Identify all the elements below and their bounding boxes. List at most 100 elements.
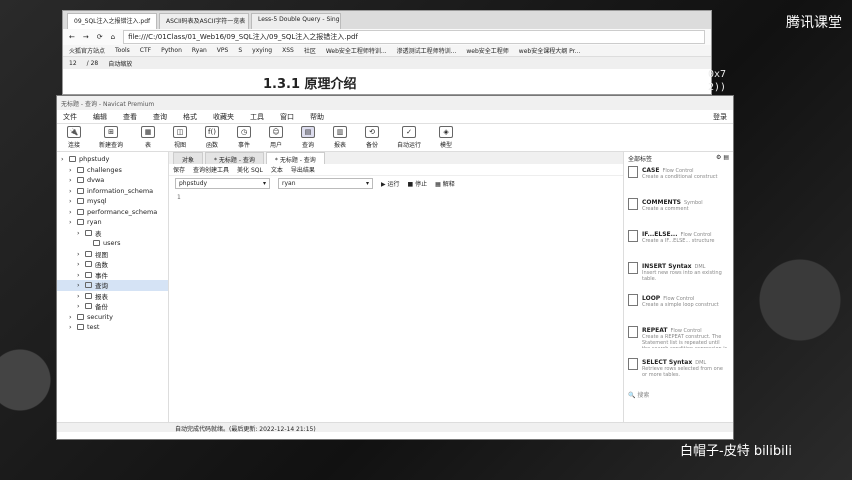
save-button[interactable]: 保存: [173, 165, 185, 174]
chevron-icon[interactable]: ›: [69, 166, 74, 174]
chevron-icon[interactable]: ›: [77, 250, 82, 258]
snippet-filter[interactable]: 全部标签: [628, 154, 652, 163]
browser-tab[interactable]: Less-5 Double Query - Single Qu: [251, 13, 341, 29]
snippet-item[interactable]: COMMENTS Symbol Create a comment: [628, 198, 729, 226]
chevron-icon[interactable]: ›: [69, 218, 74, 226]
tree-item[interactable]: › challenges: [57, 165, 168, 176]
sql-editor[interactable]: 1: [169, 190, 623, 422]
snippet-item[interactable]: CASE Flow Control Create a conditional con…: [628, 166, 729, 194]
snippet-item[interactable]: LOOP Flow Control Create a simple loop con…: [628, 294, 729, 322]
tab-query[interactable]: * 无标题 - 查询: [205, 152, 264, 164]
bookmark[interactable]: S: [238, 47, 242, 54]
panel-controls[interactable]: ⚙ ▤: [716, 154, 729, 163]
tab-query-active[interactable]: * 无标题 - 查询: [265, 152, 325, 164]
bookmark[interactable]: Web安全工程师特训...: [326, 46, 387, 55]
chevron-icon[interactable]: ›: [69, 197, 74, 205]
bookmark[interactable]: yxying: [252, 47, 272, 54]
menu-item[interactable]: 查询: [153, 112, 167, 122]
toolbar-button[interactable]: ⊞ 新建查询: [99, 126, 123, 149]
tab-objects[interactable]: 对象: [173, 152, 204, 164]
bookmark[interactable]: Ryan: [192, 47, 207, 54]
tree-item[interactable]: › dvwa: [57, 175, 168, 186]
toolbar-button[interactable]: f() 函数: [205, 126, 220, 149]
bookmark[interactable]: Tools: [115, 47, 130, 54]
tree-item[interactable]: › 事件: [57, 270, 168, 281]
menu-item[interactable]: 编辑: [93, 112, 107, 122]
forward-icon[interactable]: →: [83, 33, 89, 41]
tree-item[interactable]: › phpstudy: [57, 154, 168, 165]
toolbar-button[interactable]: ⟲ 备份: [365, 126, 380, 149]
chevron-icon[interactable]: ›: [69, 323, 74, 331]
toolbar-button[interactable]: ▥ 报表: [333, 126, 348, 149]
chevron-icon[interactable]: ›: [77, 260, 82, 268]
chevron-icon[interactable]: ›: [77, 281, 82, 289]
run-button[interactable]: ▶ 运行: [381, 179, 400, 188]
bookmark[interactable]: 社区: [304, 46, 316, 55]
chevron-icon[interactable]: ›: [77, 271, 82, 279]
back-icon[interactable]: ←: [69, 33, 75, 41]
pdf-zoom-select[interactable]: 自动缩放: [108, 59, 132, 68]
tree-item[interactable]: users: [57, 238, 168, 249]
tree-item[interactable]: › 视图: [57, 249, 168, 260]
tree-item[interactable]: › mysql: [57, 196, 168, 207]
query-builder-button[interactable]: 查询创建工具: [193, 165, 229, 174]
tree-item[interactable]: › test: [57, 322, 168, 333]
tree-item[interactable]: › 报表: [57, 291, 168, 302]
bookmark[interactable]: 渗透测试工程师特训...: [397, 46, 457, 55]
snippet-item[interactable]: INSERT Syntax DML Insert new rows into an …: [628, 262, 729, 290]
bookmark[interactable]: Python: [161, 47, 182, 54]
export-results-button[interactable]: 导出结果: [291, 165, 315, 174]
menu-item[interactable]: 收藏夹: [213, 112, 234, 122]
chevron-icon[interactable]: ›: [77, 229, 82, 237]
login-button[interactable]: 登录: [713, 112, 727, 122]
toolbar-button[interactable]: ◈ 模型: [439, 126, 454, 149]
tree-item[interactable]: › information_schema: [57, 186, 168, 197]
menu-item[interactable]: 工具: [250, 112, 264, 122]
tree-item[interactable]: › 表: [57, 228, 168, 239]
toolbar-button[interactable]: ◷ 事件: [237, 126, 252, 149]
tree-item[interactable]: › ryan: [57, 217, 168, 228]
toolbar-button[interactable]: ◫ 视图: [173, 126, 188, 149]
chevron-icon[interactable]: ›: [69, 176, 74, 184]
tree-item[interactable]: › 函数: [57, 259, 168, 270]
snippet-item[interactable]: IF...ELSE... Flow Control Create a IF...EL…: [628, 230, 729, 258]
tree-item[interactable]: › performance_schema: [57, 207, 168, 218]
beautify-sql-button[interactable]: 美化 SQL: [237, 165, 263, 174]
bookmark[interactable]: web安全课程大纲 Pr...: [519, 46, 580, 55]
stop-button[interactable]: ■ 停止: [408, 179, 428, 188]
text-button[interactable]: 文本: [271, 165, 283, 174]
toolbar-button[interactable]: ▤ 查询: [301, 126, 316, 149]
bookmark[interactable]: 火狐官方站点: [69, 46, 105, 55]
tree-item[interactable]: › 查询: [57, 280, 168, 291]
browser-tab[interactable]: ASCII码表及ASCII字符一览表: [159, 13, 249, 29]
connection-select[interactable]: phpstudy ▾: [175, 177, 270, 189]
toolbar-button[interactable]: ☺ 用户: [269, 126, 284, 149]
bookmark[interactable]: web安全工程师: [466, 46, 508, 55]
menu-item[interactable]: 查看: [123, 112, 137, 122]
menu-item[interactable]: 帮助: [310, 112, 324, 122]
tree-item[interactable]: › security: [57, 312, 168, 323]
chevron-icon[interactable]: ›: [77, 292, 82, 300]
reload-icon[interactable]: ⟳: [97, 33, 103, 41]
toolbar-button[interactable]: ✓ 自动运行: [397, 126, 421, 149]
chevron-icon[interactable]: ›: [69, 313, 74, 321]
bookmark[interactable]: CTF: [140, 47, 151, 54]
menu-item[interactable]: 窗口: [280, 112, 294, 122]
toolbar-button[interactable]: 🔌 连接: [67, 126, 81, 149]
browser-tab[interactable]: 09_SQL注入之报错注入.pdf: [67, 13, 157, 29]
explain-button[interactable]: ▦ 解释: [435, 179, 455, 188]
url-field[interactable]: file:///C:/01Class/01_Web16/09_SQL注入/09_…: [123, 30, 705, 44]
snippet-item[interactable]: REPEAT Flow Control Create a REPEAT constr…: [628, 326, 729, 354]
bookmark[interactable]: VPS: [217, 47, 229, 54]
chevron-icon[interactable]: ›: [77, 302, 82, 310]
menu-item[interactable]: 格式: [183, 112, 197, 122]
menu-item[interactable]: 文件: [63, 112, 77, 122]
toolbar-button[interactable]: ▦ 表: [141, 126, 156, 149]
tree-item[interactable]: › 备份: [57, 301, 168, 312]
snippet-search[interactable]: 🔍 搜索: [628, 390, 729, 399]
snippet-item[interactable]: SELECT Syntax DML Retrieve rows selected f…: [628, 358, 729, 386]
home-icon[interactable]: ⌂: [111, 33, 115, 41]
bookmark[interactable]: XSS: [282, 47, 294, 54]
chevron-icon[interactable]: ›: [61, 155, 66, 163]
chevron-icon[interactable]: ›: [69, 187, 74, 195]
